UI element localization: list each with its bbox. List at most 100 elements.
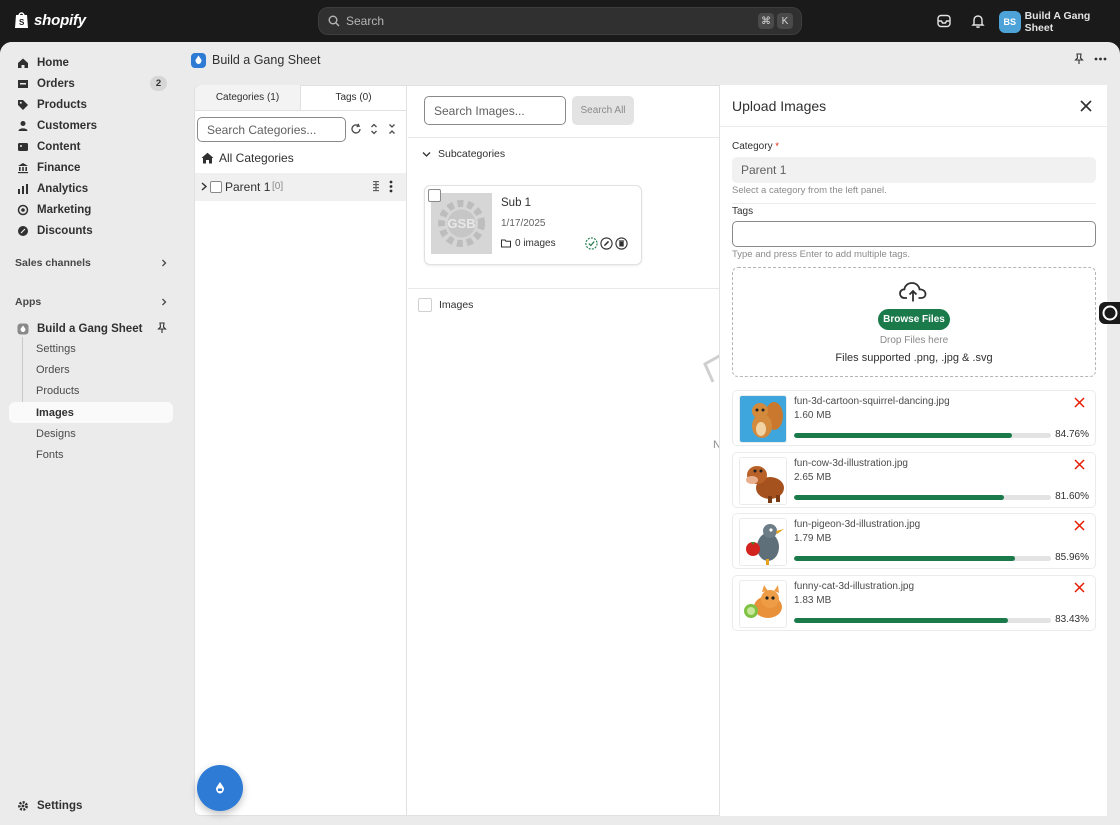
side-widget-tab[interactable] bbox=[1099, 302, 1120, 324]
pin-icon[interactable] bbox=[1074, 53, 1084, 65]
sidebar-subitem-products[interactable]: Products bbox=[36, 385, 79, 397]
sales-channels-heading[interactable]: Sales channels bbox=[15, 257, 91, 269]
required-mark: * bbox=[775, 141, 779, 151]
subcategories-toggle[interactable]: Subcategories bbox=[422, 148, 505, 160]
sidebar-subitem-fonts[interactable]: Fonts bbox=[36, 449, 64, 461]
delete-icon[interactable] bbox=[615, 237, 628, 250]
pigeon-image bbox=[740, 519, 786, 565]
check-circle-icon[interactable] bbox=[585, 237, 598, 250]
divider bbox=[408, 288, 719, 289]
close-icon[interactable] bbox=[1080, 100, 1092, 112]
file-size: 2.65 MB bbox=[794, 472, 832, 483]
sidebar-item-analytics[interactable]: Analytics bbox=[9, 178, 173, 199]
browse-files-button[interactable]: Browse Files bbox=[878, 309, 950, 330]
category-count: [0] bbox=[272, 181, 284, 192]
apps-heading[interactable]: Apps bbox=[15, 296, 41, 308]
select-all-images-checkbox[interactable] bbox=[418, 298, 432, 312]
sidebar-item-marketing[interactable]: Marketing bbox=[9, 199, 173, 220]
tree-line bbox=[22, 337, 23, 411]
sidebar-item-discounts[interactable]: Discounts bbox=[9, 220, 173, 241]
store-menu[interactable]: BS Build A Gang Sheet bbox=[999, 10, 1120, 34]
sidebar-item-customers[interactable]: Customers bbox=[9, 115, 173, 136]
subcategory-date: 1/17/2025 bbox=[501, 218, 546, 229]
remove-file-icon[interactable] bbox=[1074, 520, 1085, 531]
remove-file-icon[interactable] bbox=[1074, 582, 1085, 593]
expand-all-icon[interactable] bbox=[368, 123, 380, 135]
upload-progress-bar bbox=[794, 556, 1051, 561]
shortcut-key-k: K bbox=[777, 13, 793, 29]
tab-tags[interactable]: Tags (0) bbox=[301, 85, 406, 110]
sidebar-subitem-images[interactable]: Images bbox=[9, 402, 173, 423]
squirrel-image bbox=[740, 396, 786, 442]
pin-icon[interactable] bbox=[157, 322, 167, 334]
subcategory-checkbox[interactable] bbox=[428, 189, 441, 202]
upload-file-item: fun-cow-3d-illustration.jpg 2.65 MB 81.6… bbox=[732, 452, 1096, 508]
file-size: 1.79 MB bbox=[794, 533, 832, 544]
chevron-down-icon bbox=[422, 151, 431, 157]
upload-file-item: fun-pigeon-3d-illustration.jpg 1.79 MB 8… bbox=[732, 513, 1096, 569]
global-search[interactable]: Search ⌘ K bbox=[318, 7, 802, 35]
category-field: Parent 1 bbox=[732, 157, 1096, 183]
tag-icon bbox=[18, 99, 28, 110]
remove-file-icon[interactable] bbox=[1074, 397, 1085, 408]
store-avatar: BS bbox=[999, 11, 1021, 33]
refresh-icon[interactable] bbox=[350, 123, 362, 135]
sidebar-item-label: Settings bbox=[37, 799, 83, 812]
sidebar-item-finance[interactable]: Finance bbox=[9, 157, 173, 178]
sidebar-item-orders[interactable]: Orders 2 bbox=[9, 73, 173, 94]
drag-handle-icon[interactable] bbox=[372, 180, 380, 192]
upload-file-item: fun-3d-cartoon-squirrel-dancing.jpg 1.60… bbox=[732, 390, 1096, 446]
chevron-right-icon[interactable] bbox=[160, 259, 168, 267]
chevron-right-icon[interactable] bbox=[200, 182, 208, 191]
sidebar-item-label: Discounts bbox=[37, 224, 93, 237]
category-help-text: Select a category from the left panel. bbox=[732, 185, 887, 196]
folder-icon bbox=[501, 239, 511, 248]
shopify-logo[interactable]: S shopify bbox=[14, 11, 86, 29]
sidebar-subitem-orders[interactable]: Orders bbox=[36, 364, 70, 376]
category-search-input[interactable]: Search Categories... bbox=[197, 117, 346, 142]
inbox-icon[interactable] bbox=[936, 13, 952, 29]
sidebar-item-build-a-gang-sheet[interactable]: Build a Gang Sheet bbox=[9, 318, 173, 339]
bell-icon[interactable] bbox=[970, 13, 986, 29]
tags-input[interactable] bbox=[732, 221, 1096, 247]
upload-progress-fill bbox=[794, 495, 1004, 500]
tab-categories[interactable]: Categories (1) bbox=[195, 85, 301, 110]
sidebar-item-content[interactable]: Content bbox=[9, 136, 173, 157]
sidebar: Home Orders 2 Products Customers Content… bbox=[0, 42, 182, 825]
more-horizontal-icon[interactable] bbox=[1094, 57, 1107, 61]
sidebar-item-home[interactable]: Home bbox=[9, 52, 173, 73]
all-categories-item[interactable]: All Categories bbox=[201, 151, 294, 165]
sidebar-item-label: Products bbox=[37, 98, 87, 111]
subcategory-card[interactable]: GSB Sub 1 1/17/2025 0 images bbox=[424, 185, 642, 265]
edit-icon[interactable] bbox=[600, 237, 613, 250]
category-tabs: Categories (1) Tags (0) bbox=[195, 85, 406, 111]
subcategory-thumbnail: GSB bbox=[431, 193, 492, 254]
sidebar-item-settings[interactable]: Settings bbox=[9, 795, 173, 816]
drop-files-text: Drop Files here bbox=[879, 335, 949, 346]
upload-progress-fill bbox=[794, 433, 1012, 438]
more-vertical-icon[interactable] bbox=[389, 180, 393, 193]
sidebar-item-label: Home bbox=[37, 56, 69, 69]
images-section-header: Images bbox=[418, 298, 473, 312]
search-shortcut: ⌘ K bbox=[758, 13, 793, 29]
sidebar-item-products[interactable]: Products bbox=[9, 94, 173, 115]
category-row[interactable]: Parent 1 [0] bbox=[195, 173, 406, 201]
upload-progress-fill bbox=[794, 556, 1015, 561]
upload-progress-percent: 83.43% bbox=[1055, 614, 1089, 625]
remove-file-icon[interactable] bbox=[1074, 459, 1085, 470]
category-checkbox[interactable] bbox=[210, 181, 222, 193]
sidebar-subitem-designs[interactable]: Designs bbox=[36, 428, 76, 440]
collapse-all-icon[interactable] bbox=[386, 123, 398, 135]
file-thumbnail bbox=[739, 395, 787, 443]
tags-help-text: Type and press Enter to add multiple tag… bbox=[732, 249, 910, 260]
search-icon bbox=[328, 15, 340, 27]
sidebar-item-label: Orders bbox=[37, 77, 75, 90]
sidebar-subitem-settings[interactable]: Settings bbox=[36, 343, 76, 355]
chevron-right-icon[interactable] bbox=[160, 298, 168, 306]
search-all-button[interactable]: Search All bbox=[572, 96, 634, 125]
sidebar-item-label: Marketing bbox=[37, 203, 92, 216]
sidebar-item-label: Analytics bbox=[37, 182, 89, 195]
image-search-input[interactable]: Search Images... bbox=[424, 96, 566, 125]
app-fab-button[interactable] bbox=[197, 765, 243, 811]
image-count-label: 0 images bbox=[515, 238, 556, 249]
